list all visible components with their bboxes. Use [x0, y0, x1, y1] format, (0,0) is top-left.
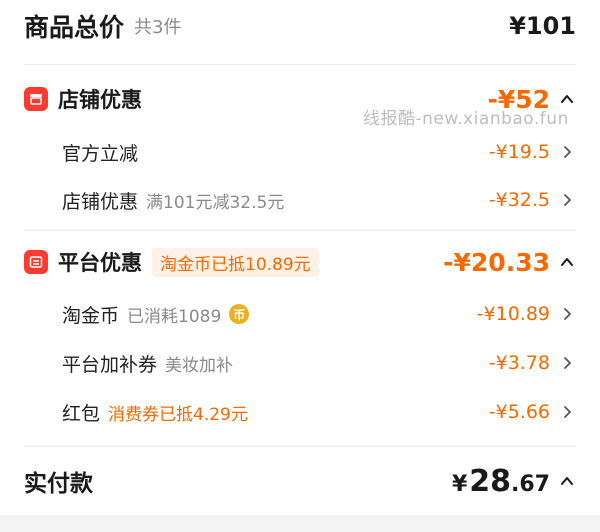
list-item[interactable]: 淘金币 已消耗1089 币 -¥10.89	[0, 296, 600, 332]
platform-item-label: 平台加补券	[62, 353, 158, 376]
chevron-right-icon	[564, 406, 571, 418]
store-item-amount: -¥32.5	[488, 189, 550, 211]
platform-item-amount: -¥3.78	[488, 352, 550, 374]
platform-item-note: 消费券已抵4.29元	[108, 404, 248, 425]
list-item[interactable]: 红包 消费券已抵4.29元 -¥5.66	[0, 394, 600, 430]
list-item[interactable]: 平台加补券 美妆加补 -¥3.78	[0, 345, 600, 381]
coin-icon: 币	[229, 304, 250, 324]
store-item-amount-wrap[interactable]: -¥32.5	[489, 189, 576, 211]
platform-item-amount-wrap[interactable]: -¥5.66	[489, 401, 576, 423]
platform-item-amount: -¥10.89	[476, 303, 550, 325]
platform-item-amount: -¥5.66	[488, 401, 550, 423]
divider	[24, 64, 576, 65]
platform-item-label: 红包	[62, 402, 101, 425]
payment-currency: ¥	[451, 471, 468, 497]
coin-deduction-tag: 淘金币已抵10.89元	[152, 247, 319, 277]
platform-discount-title: 平台优惠	[58, 251, 142, 275]
store-item-note: 满101元减32.5元	[146, 192, 285, 213]
goods-total-amount-wrap: ¥101	[509, 12, 576, 40]
platform-item-note: 已消耗1089	[127, 306, 222, 327]
store-item-label: 官方立减	[62, 142, 139, 165]
platform-icon	[24, 250, 48, 274]
store-item-amount-wrap[interactable]: -¥19.5	[489, 141, 576, 163]
platform-item-note: 美妆加补	[165, 355, 234, 376]
store-discount-title: 店铺优惠	[58, 88, 142, 112]
store-icon	[24, 87, 48, 111]
store-item-amount: -¥19.5	[488, 141, 550, 163]
payment-decimal: .67	[511, 471, 550, 497]
watermark: 线报酷-new.xianbao.fun	[363, 109, 569, 129]
chevron-right-icon	[564, 146, 571, 158]
actual-payment-label: 实付款	[24, 471, 93, 497]
platform-discount-amount: -¥20.33	[443, 247, 550, 277]
platform-discount-row[interactable]: 平台优惠 淘金币已抵10.89元 -¥20.33	[0, 243, 600, 281]
platform-discount-amount-wrap[interactable]: -¥20.33	[443, 248, 576, 277]
goods-total-amount: ¥101	[509, 12, 576, 40]
payment-integer: 28	[469, 463, 512, 499]
goods-count: 共3件	[134, 17, 182, 38]
actual-payment-row[interactable]: 实付款 ¥ 28 .67	[0, 458, 600, 504]
chevron-right-icon	[564, 308, 571, 320]
order-price-detail: 商品总价 共3件 ¥101 店铺优惠 -¥52 线报酷-new.xianbao.…	[0, 0, 600, 532]
chevron-right-icon	[564, 357, 571, 369]
list-item[interactable]: 店铺优惠 满101元减32.5元 -¥32.5	[0, 182, 600, 218]
chevron-right-icon	[564, 194, 571, 206]
chevron-up-icon	[561, 258, 573, 266]
list-item[interactable]: 官方立减 -¥19.5	[0, 134, 600, 170]
divider	[24, 230, 576, 231]
chevron-up-icon	[561, 477, 573, 485]
platform-item-amount-wrap[interactable]: -¥3.78	[489, 352, 576, 374]
divider	[24, 446, 576, 447]
goods-total-title: 商品总价	[24, 13, 125, 42]
actual-payment-amount-wrap[interactable]: ¥ 28 .67	[452, 464, 576, 499]
bottom-bar	[0, 515, 600, 532]
platform-item-amount-wrap[interactable]: -¥10.89	[477, 303, 576, 325]
goods-total-row: 商品总价 共3件 ¥101	[0, 6, 600, 46]
platform-item-label: 淘金币	[62, 304, 120, 327]
store-item-label: 店铺优惠	[62, 190, 139, 213]
